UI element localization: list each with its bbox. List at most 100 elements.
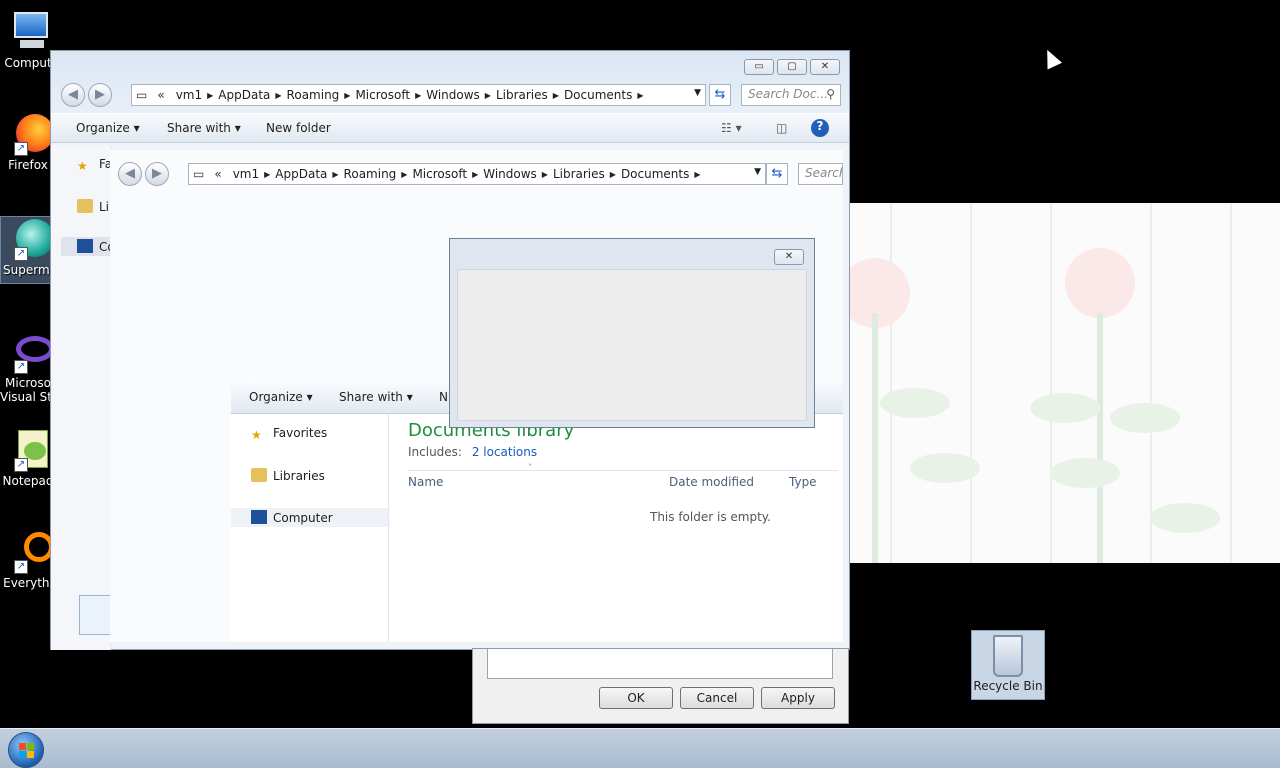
share-with-menu[interactable]: Share with ▾ bbox=[167, 121, 241, 135]
document-icon bbox=[79, 595, 111, 635]
back-button[interactable]: ◀ bbox=[61, 83, 85, 107]
visual-studio-icon: ↗ bbox=[6, 330, 54, 374]
apply-button[interactable]: Apply bbox=[761, 687, 835, 709]
desktop-icon-recycle-bin[interactable]: Recycle Bin bbox=[971, 630, 1045, 700]
folder-icon: ▭ bbox=[136, 88, 148, 102]
breadcrumb-item[interactable]: Microsoft bbox=[407, 167, 472, 181]
organize-menu[interactable]: Organize ▾ bbox=[76, 121, 140, 135]
breadcrumb-item[interactable]: AppData bbox=[213, 88, 275, 102]
search-icon: ⚲ bbox=[826, 87, 835, 101]
desktop-icon-supermium[interactable]: ↗ Supermi bbox=[0, 216, 56, 284]
mouse-cursor-icon bbox=[1039, 46, 1063, 70]
search-placeholder: Search Doc... bbox=[748, 87, 828, 101]
start-button[interactable] bbox=[8, 732, 44, 768]
address-bar[interactable]: ▭ « vm1 ▶ AppData ▶ Roaming ▶ Microsoft ▶ Wi… bbox=[188, 163, 766, 185]
breadcrumb-item[interactable]: Documents bbox=[616, 167, 694, 181]
taskbar bbox=[0, 728, 1280, 768]
star-icon: ★ bbox=[251, 428, 262, 442]
overflow-chevron-icon[interactable]: « bbox=[210, 167, 227, 181]
library-icon bbox=[77, 199, 93, 213]
desktop-icon-label: Everythi bbox=[3, 576, 53, 590]
minimize-button[interactable]: ▭ bbox=[744, 59, 774, 75]
breadcrumb-item[interactable]: Windows bbox=[421, 88, 485, 102]
navigation-pane: ★Fav Lib Co bbox=[51, 145, 119, 650]
maximize-button[interactable]: ▢ bbox=[777, 59, 807, 75]
preview-pane-icon[interactable]: ◫ bbox=[776, 121, 787, 135]
properties-text-field[interactable] bbox=[487, 649, 833, 679]
computer-icon bbox=[6, 10, 50, 54]
shortcut-arrow-icon: ↗ bbox=[14, 142, 28, 156]
nav-favorites[interactable]: ★ Favorites bbox=[251, 426, 327, 442]
ok-button[interactable]: OK bbox=[599, 687, 673, 709]
desktop-icon-computer[interactable]: Comput bbox=[0, 10, 56, 70]
firefox-icon: ↗ bbox=[6, 112, 54, 156]
nav-computer[interactable]: Computer bbox=[231, 508, 388, 527]
column-header-type[interactable]: Type bbox=[789, 475, 817, 489]
supermium-icon: ↗ bbox=[6, 217, 54, 261]
computer-icon bbox=[251, 510, 267, 524]
help-icon[interactable]: ? bbox=[811, 119, 829, 137]
desktop-icon-label: Comput bbox=[4, 56, 52, 70]
share-with-menu[interactable]: Share with ▾ bbox=[339, 390, 413, 404]
computer-icon bbox=[77, 239, 93, 253]
dialog-body bbox=[457, 269, 807, 421]
content-pane: Documents library Includes: 2 locations … bbox=[390, 414, 843, 642]
everything-icon: ↗ bbox=[6, 530, 54, 574]
address-dropdown-icon[interactable]: ▼ bbox=[754, 167, 761, 177]
library-includes: Includes: 2 locations bbox=[408, 445, 538, 459]
address-dropdown-icon[interactable]: ▼ bbox=[694, 88, 701, 98]
organize-menu[interactable]: Organize ▾ bbox=[249, 390, 313, 404]
desktop-icon-visual-studio[interactable]: ↗ Microso Visual Stu bbox=[0, 330, 60, 404]
breadcrumb-item[interactable]: Windows bbox=[478, 167, 542, 181]
search-placeholder: Search bbox=[805, 166, 843, 180]
breadcrumb-separator-icon[interactable]: ▶ bbox=[694, 170, 700, 179]
address-bar[interactable]: ▭ « vm1 ▶ AppData ▶ Roaming ▶ Microsoft ▶ Wi… bbox=[131, 84, 706, 106]
column-header-name[interactable]: Name bbox=[408, 475, 443, 489]
breadcrumb-item[interactable]: Documents bbox=[559, 88, 637, 102]
desktop-icon-firefox[interactable]: ↗ Firefox bbox=[0, 112, 56, 172]
breadcrumb-item[interactable]: Libraries bbox=[491, 88, 553, 102]
notepad-icon: ↗ bbox=[6, 428, 50, 472]
desktop-wallpaper bbox=[850, 203, 1280, 563]
desktop-icon-label: Notepad bbox=[2, 474, 54, 488]
breadcrumb-separator-icon[interactable]: ▶ bbox=[637, 91, 643, 100]
search-input[interactable]: Search bbox=[798, 163, 843, 185]
refresh-icon[interactable]: ⇆ bbox=[709, 84, 731, 106]
desktop-icon-notepad[interactable]: ↗ Notepad bbox=[0, 428, 56, 488]
breadcrumb-item[interactable]: vm1 bbox=[171, 88, 207, 102]
desktop-icon-label: Firefox bbox=[8, 158, 48, 172]
desktop-icon-label: Microso bbox=[5, 376, 51, 390]
cancel-button[interactable]: Cancel bbox=[680, 687, 754, 709]
library-icon bbox=[251, 468, 267, 482]
forward-button[interactable]: ▶ bbox=[145, 162, 169, 186]
close-button[interactable]: ✕ bbox=[810, 59, 840, 75]
search-input[interactable]: Search Doc... ⚲ bbox=[741, 84, 841, 106]
overflow-chevron-icon[interactable]: « bbox=[153, 88, 170, 102]
windows-logo-icon bbox=[19, 743, 35, 759]
blank-dialog[interactable]: ✕ bbox=[449, 238, 815, 428]
shortcut-arrow-icon: ↗ bbox=[14, 560, 28, 574]
properties-dialog[interactable]: OK Cancel Apply bbox=[472, 648, 849, 724]
dialog-close-button[interactable]: ✕ bbox=[774, 249, 804, 265]
desktop-icon-label-line2: Visual Stu bbox=[0, 390, 60, 404]
breadcrumb-item[interactable]: AppData bbox=[270, 167, 332, 181]
navigation-pane: ★ Favorites Libraries Computer bbox=[231, 414, 389, 642]
shortcut-arrow-icon: ↗ bbox=[14, 247, 28, 261]
view-options-icon[interactable]: ☷ ▾ bbox=[721, 121, 742, 135]
breadcrumb-item[interactable]: Libraries bbox=[548, 167, 610, 181]
forward-button[interactable]: ▶ bbox=[88, 83, 112, 107]
star-icon: ★ bbox=[77, 159, 88, 173]
back-button[interactable]: ◀ bbox=[118, 162, 142, 186]
breadcrumb-item[interactable]: vm1 bbox=[228, 167, 264, 181]
column-header-date-modified[interactable]: Date modified bbox=[669, 475, 754, 489]
locations-link[interactable]: 2 locations bbox=[472, 445, 537, 459]
desktop-icon-label: Supermi bbox=[3, 263, 53, 277]
new-folder-button[interactable]: N bbox=[439, 390, 448, 404]
new-folder-button[interactable]: New folder bbox=[266, 121, 331, 135]
breadcrumb-item[interactable]: Roaming bbox=[282, 88, 345, 102]
nav-libraries[interactable]: Libraries bbox=[251, 468, 325, 483]
desktop-icon-everything[interactable]: ↗ Everythi bbox=[0, 530, 56, 590]
breadcrumb-item[interactable]: Microsoft bbox=[350, 88, 415, 102]
breadcrumb-item[interactable]: Roaming bbox=[339, 167, 402, 181]
refresh-icon[interactable]: ⇆ bbox=[766, 163, 788, 185]
